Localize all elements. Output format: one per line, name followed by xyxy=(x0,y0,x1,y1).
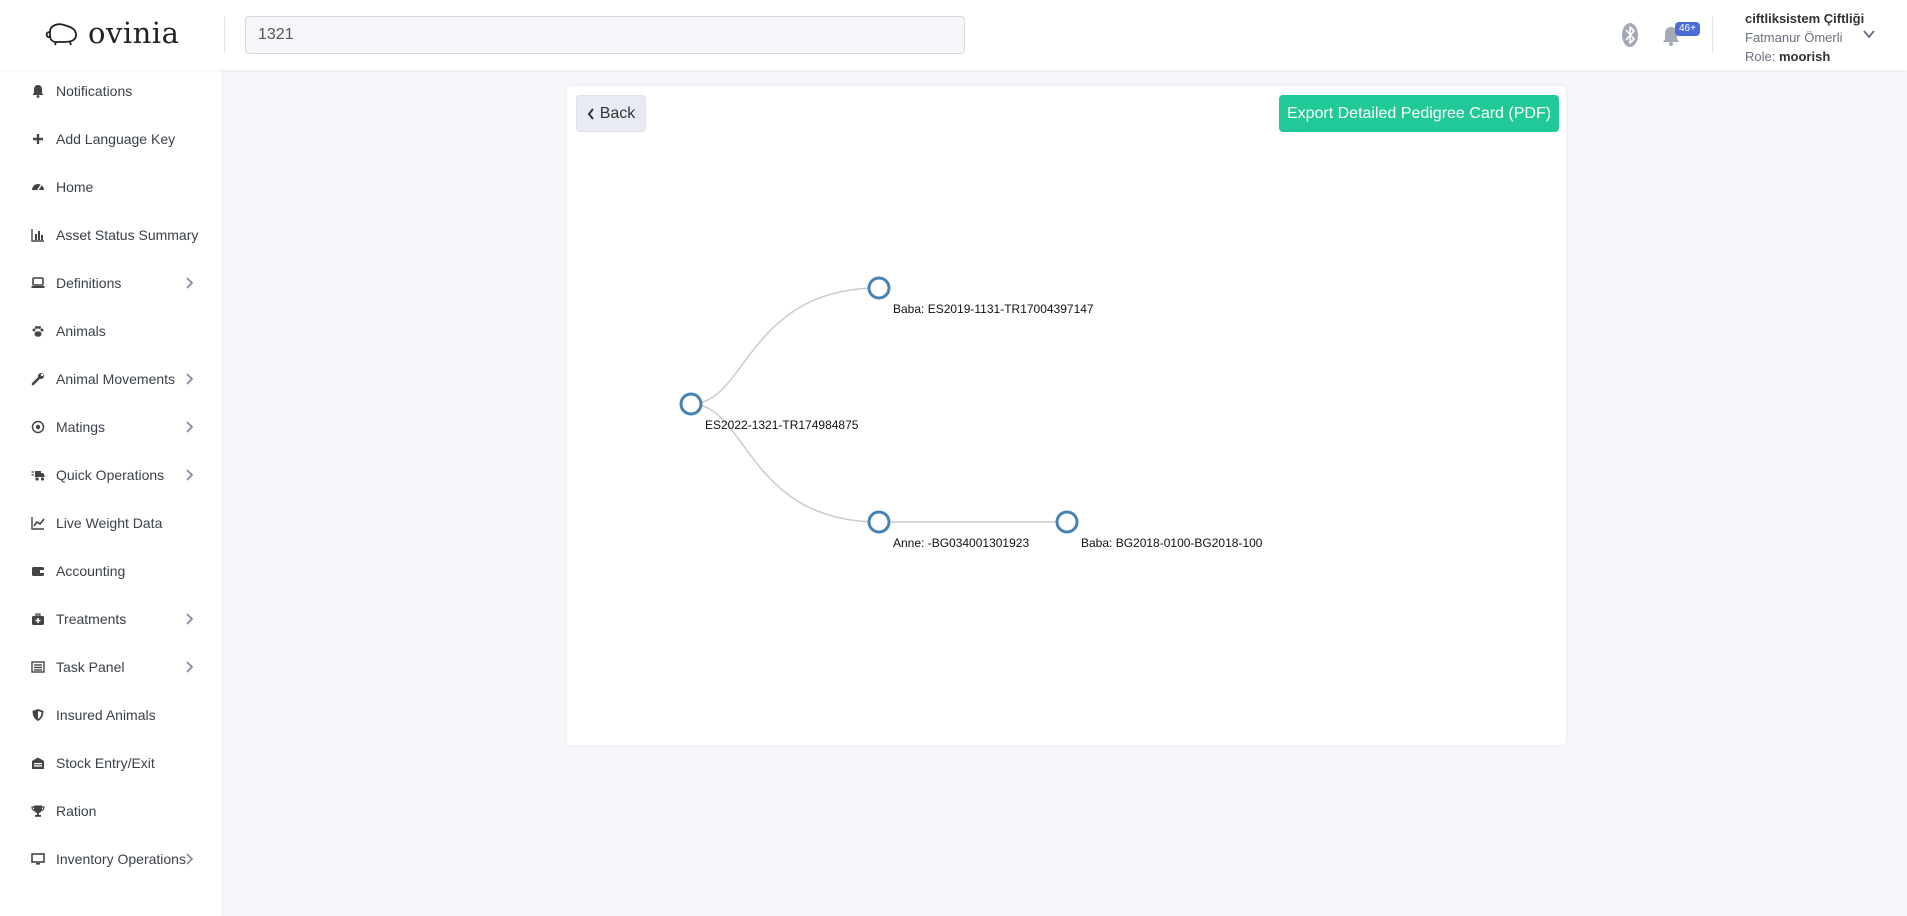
sidebar-item-matings[interactable]: Matings xyxy=(0,407,223,447)
paw-icon xyxy=(30,323,46,339)
sidebar-item-label: Add Language Key xyxy=(56,131,176,147)
chevron-down-icon[interactable] xyxy=(1862,27,1876,41)
sidebar-item-label: Animal Movements xyxy=(56,371,176,387)
sidebar-item-label: Ration xyxy=(56,803,97,819)
pedigree-tree: ES2022-1321-TR174984875 Baba: ES2019-113… xyxy=(679,276,1263,550)
dashboard-icon xyxy=(30,179,46,195)
sidebar-item-ration[interactable]: Ration xyxy=(0,791,223,831)
node-mother-father[interactable] xyxy=(1055,510,1079,534)
sidebar-item-label: Definitions xyxy=(56,275,122,291)
sidebar-item-label: Quick Operations xyxy=(56,467,165,483)
sidebar-item-treatments[interactable]: Treatments xyxy=(0,599,223,639)
sidebar-item-definitions[interactable]: Definitions xyxy=(0,263,223,303)
node-mother-label: Anne: -BG034001301923 xyxy=(893,536,1029,550)
sidebar-item-task-panel[interactable]: Task Panel xyxy=(0,647,223,687)
monitor-icon xyxy=(30,851,46,867)
chevron-right-icon xyxy=(183,468,195,482)
shipping-icon xyxy=(30,467,46,483)
role-label: Role: xyxy=(1745,49,1776,64)
sidebar-item-home[interactable]: Home xyxy=(0,167,223,207)
sidebar-item-live-weight-data[interactable]: Live Weight Data xyxy=(0,503,223,543)
wrench-icon xyxy=(30,371,46,387)
node-mother[interactable] xyxy=(867,510,891,534)
sidebar-item-label: Live Weight Data xyxy=(56,515,163,531)
bar-chart-icon xyxy=(30,227,46,243)
sidebar-item-label: Accounting xyxy=(56,563,126,579)
sidebar-item-label: Matings xyxy=(56,419,106,435)
sidebar-item-animal-movements[interactable]: Animal Movements xyxy=(0,359,223,399)
logo-text: ovinia xyxy=(88,16,180,50)
farm-name: ciftliksistem Çiftliği xyxy=(1745,11,1865,26)
line-chart-icon xyxy=(30,515,46,531)
node-father[interactable] xyxy=(867,276,891,300)
link-root-father xyxy=(690,287,880,405)
node-mother-father-label: Baba: BG2018-0100-BG2018-100 xyxy=(1081,536,1263,550)
chevron-right-icon xyxy=(183,372,195,386)
node-root-label: ES2022-1321-TR174984875 xyxy=(705,418,859,432)
sidebar-item-label: Treatments xyxy=(56,611,127,627)
sidebar-item-stock-entry-exit[interactable]: Stock Entry/Exit xyxy=(0,743,223,783)
sidebar-item-inventory-operations[interactable]: Inventory Operations xyxy=(0,839,223,879)
user-menu[interactable]: ciftliksistem Çiftliği Fatmanur Ömerli R… xyxy=(1745,9,1864,66)
chevron-right-icon xyxy=(183,276,195,290)
sidebar-item-notifications[interactable]: Notifications xyxy=(0,71,223,111)
chevron-right-icon xyxy=(183,612,195,626)
bell-icon xyxy=(30,83,46,99)
list-icon xyxy=(30,659,46,675)
search-input[interactable] xyxy=(245,16,965,54)
shield-icon xyxy=(30,707,46,723)
top-header: ovinia 46+ ciftliksistem Çiftliği Fatman… xyxy=(0,0,1907,70)
trophy-icon xyxy=(30,803,46,819)
sidebar-item-label: Home xyxy=(56,179,94,195)
laptop-icon xyxy=(30,275,46,291)
dot-circle-icon xyxy=(30,419,46,435)
node-father-label: Baba: ES2019-1131-TR17004397147 xyxy=(893,302,1094,316)
user-role: Role: moorish xyxy=(1745,47,1864,66)
sidebar-item-animals[interactable]: Animals xyxy=(0,311,223,351)
sidebar-item-quick-operations[interactable]: Quick Operations xyxy=(0,455,223,495)
chevron-right-icon xyxy=(183,852,195,866)
sidebar-item-asset-status-summary[interactable]: Asset Status Summary xyxy=(0,215,223,255)
header-divider-right xyxy=(1712,17,1713,53)
sidebar-item-label: Inventory Operations xyxy=(56,851,186,867)
sidebar-item-insured-animals[interactable]: Insured Animals xyxy=(0,695,223,735)
node-root[interactable] xyxy=(679,392,703,416)
role-value: moorish xyxy=(1778,49,1831,64)
wallet-icon xyxy=(30,563,46,579)
logo[interactable]: ovinia xyxy=(44,16,179,50)
sheep-logo-icon xyxy=(45,23,77,46)
medkit-icon xyxy=(30,611,46,627)
header-divider xyxy=(224,17,225,53)
user-name: Fatmanur Ömerli xyxy=(1745,30,1843,45)
sidebar-item-add-language-key[interactable]: Add Language Key xyxy=(0,119,223,159)
chevron-right-icon xyxy=(183,420,195,434)
pedigree-card: Back Export Detailed Pedigree Card (PDF)… xyxy=(567,86,1566,745)
sidebar-item-label: Insured Animals xyxy=(56,707,156,723)
chevron-right-icon xyxy=(183,660,195,674)
notification-badge: 46+ xyxy=(1675,22,1700,36)
notifications-button[interactable]: 46+ xyxy=(1660,22,1700,48)
sidebar-item-label: Animals xyxy=(56,323,106,339)
sidebar: Notifications Add Language Key Home Asset S… xyxy=(0,70,223,916)
sidebar-item-label: Task Panel xyxy=(56,659,125,675)
bluetooth-icon[interactable] xyxy=(1620,22,1640,48)
sidebar-item-label: Notifications xyxy=(56,83,133,99)
sidebar-item-accounting[interactable]: Accounting xyxy=(0,551,223,591)
sidebar-item-label: Stock Entry/Exit xyxy=(56,755,155,771)
warehouse-icon xyxy=(30,755,46,771)
plus-icon xyxy=(30,131,46,147)
sidebar-item-label: Asset Status Summary xyxy=(56,227,199,243)
